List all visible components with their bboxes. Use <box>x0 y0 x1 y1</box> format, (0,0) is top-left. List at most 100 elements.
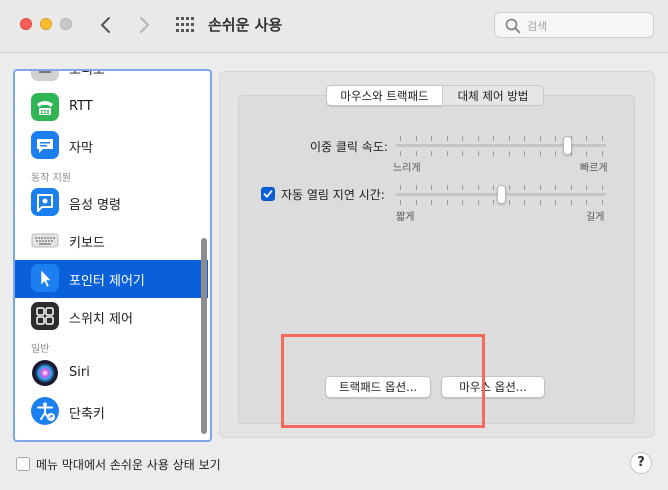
slider-tick <box>509 200 510 205</box>
accessibility-window: 손쉬운 사용 오디오 RTT <box>0 0 668 490</box>
double-click-speed-slider[interactable] <box>396 136 606 156</box>
slider-tick <box>462 151 463 156</box>
slider-tick <box>524 136 525 141</box>
slider-tick <box>478 200 479 205</box>
slider-tick <box>586 136 587 141</box>
slider-track <box>396 144 606 147</box>
slider-tick <box>540 151 541 156</box>
spring-loading-label: 자동 열림 지연 시간: <box>281 188 385 202</box>
sidebar-item-label: Siri <box>69 365 90 380</box>
sidebar[interactable]: 오디오 RTT 자막 동작 지원 음성 명령 키보드 포인터 제어기 스위치 제… <box>13 69 212 442</box>
search-field[interactable] <box>494 12 654 38</box>
slider-tick <box>462 136 463 141</box>
forward-icon[interactable] <box>134 14 154 36</box>
slider-tick <box>493 185 494 190</box>
menu-bar-status-label: 메뉴 막대에서 손쉬운 사용 상태 보기 <box>36 458 221 472</box>
slider-tick <box>602 185 603 190</box>
captions-icon <box>31 131 59 159</box>
slider-tick <box>540 185 541 190</box>
sidebar-item-label: 단축키 <box>69 407 105 422</box>
slider-tick <box>524 151 525 156</box>
minimize-window-button[interactable] <box>40 18 52 30</box>
spring-loading-long-label: 길게 <box>586 212 605 223</box>
slider-tick <box>540 136 541 141</box>
help-button[interactable]: ? <box>630 452 652 474</box>
voice-control-icon <box>31 188 59 216</box>
sidebar-item-label: 키보드 <box>69 236 105 251</box>
slider-tick <box>400 136 401 141</box>
slider-tick <box>416 185 417 190</box>
slider-tick <box>447 151 448 156</box>
show-all-grid-icon[interactable] <box>176 17 194 33</box>
sidebar-item-shortcut[interactable]: 단축키 <box>15 393 208 431</box>
sidebar-item-label: 음성 명령 <box>69 198 121 213</box>
slider-tick <box>586 185 587 190</box>
slider-tick <box>400 151 401 156</box>
slider-tick <box>509 185 510 190</box>
slider-tick <box>509 151 510 156</box>
slider-tick <box>493 136 494 141</box>
slider-tick <box>602 200 603 205</box>
switch-control-icon <box>31 302 59 330</box>
slider-tick <box>416 136 417 141</box>
double-click-slow-label: 느리게 <box>393 163 421 174</box>
slider-tick <box>478 151 479 156</box>
slider-tick <box>602 151 603 156</box>
trackpad-options-button[interactable]: 트랙패드 옵션... <box>325 376 431 398</box>
slider-tick <box>555 200 556 205</box>
slider-thumb[interactable] <box>497 185 506 204</box>
sidebar-item-audio[interactable]: 오디오 <box>15 71 208 87</box>
search-input[interactable] <box>525 16 649 36</box>
search-icon <box>505 18 521 34</box>
sidebar-item-captions[interactable]: 자막 <box>15 127 208 165</box>
sidebar-item-voice-control[interactable]: 음성 명령 <box>15 184 208 222</box>
slider-tick <box>400 200 401 205</box>
sidebar-scrollbar[interactable] <box>201 238 207 434</box>
siri-icon <box>32 360 58 386</box>
spring-loading-delay-slider[interactable] <box>396 185 606 205</box>
title-bar: 손쉬운 사용 <box>0 0 668 53</box>
tab-mouse-trackpad[interactable]: 마우스와 트랙패드 <box>326 85 443 106</box>
sidebar-item-switch-control[interactable]: 스위치 제어 <box>15 298 208 336</box>
spring-loading-short-label: 짧게 <box>396 212 415 223</box>
pointer-control-icon <box>31 264 59 292</box>
slider-tick <box>447 185 448 190</box>
sidebar-item-label: 포인터 제어기 <box>69 274 145 289</box>
slider-thumb[interactable] <box>563 136 572 155</box>
slider-tick <box>400 185 401 190</box>
keyboard-icon <box>31 233 59 248</box>
double-click-speed-label: 이중 클릭 속도: <box>310 140 388 154</box>
slider-tick <box>431 185 432 190</box>
zoom-window-button[interactable] <box>60 18 72 30</box>
slider-tick <box>555 185 556 190</box>
slider-tick <box>509 136 510 141</box>
slider-tick <box>571 185 572 190</box>
spring-loading-checkbox[interactable] <box>261 187 275 201</box>
sidebar-item-keyboard[interactable]: 키보드 <box>15 222 208 260</box>
tab-alternate-control[interactable]: 대체 제어 방법 <box>443 85 544 106</box>
slider-tick <box>571 200 572 205</box>
checkmark-icon <box>263 190 273 198</box>
mouse-options-button[interactable]: 마우스 옵션... <box>441 376 545 398</box>
audio-icon <box>31 71 59 81</box>
sidebar-item-label: 스위치 제어 <box>69 312 133 327</box>
menu-bar-status-checkbox[interactable] <box>16 457 30 471</box>
back-icon[interactable] <box>96 14 116 36</box>
accessibility-shortcut-icon <box>31 397 59 425</box>
sidebar-item-pointer-control[interactable]: 포인터 제어기 <box>15 260 208 298</box>
slider-tick <box>540 200 541 205</box>
sidebar-section-general: 일반 <box>31 344 50 355</box>
window-title: 손쉬운 사용 <box>208 16 283 34</box>
slider-tick <box>524 200 525 205</box>
sidebar-item-label: RTT <box>69 99 93 114</box>
sidebar-section-motor: 동작 지원 <box>31 173 71 184</box>
slider-tick <box>555 151 556 156</box>
sidebar-item-siri[interactable]: Siri <box>15 355 208 393</box>
slider-tick <box>462 185 463 190</box>
slider-tick <box>431 200 432 205</box>
close-window-button[interactable] <box>20 18 32 30</box>
sidebar-item-rtt[interactable]: RTT <box>15 89 208 127</box>
slider-tick <box>555 136 556 141</box>
slider-tick <box>431 151 432 156</box>
slider-tick <box>586 151 587 156</box>
